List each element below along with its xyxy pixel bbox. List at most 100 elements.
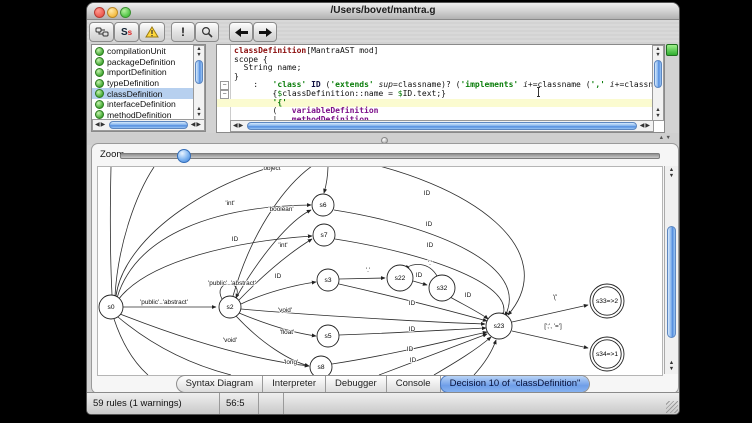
svg-text:s2: s2 <box>227 304 234 311</box>
graph-edge-label: 'public'..'abstract' <box>140 299 188 306</box>
zoom-slider-thumb[interactable] <box>177 149 191 163</box>
graph-edge-label: ID <box>409 326 416 333</box>
scroll-down-icon[interactable]: ▲▼ <box>665 361 678 372</box>
graph-edge-label: ID <box>410 357 417 364</box>
sidebar-item-interfaceDefinition[interactable]: interfaceDefinition <box>92 99 194 110</box>
scroll-right-icon[interactable]: ◀▶ <box>640 122 651 129</box>
scroll-down-icon[interactable]: ▲▼ <box>653 108 663 119</box>
zoom-slider[interactable] <box>120 153 660 159</box>
graph-edge <box>413 281 427 285</box>
editor-hscroll-thumb[interactable] <box>247 122 637 130</box>
resize-grip-icon[interactable] <box>666 401 678 413</box>
check-grammar-button[interactable]: ! <box>171 22 195 42</box>
tab-syntax-diagram[interactable]: Syntax Diagram <box>177 376 264 392</box>
rules-hscroll-thumb[interactable] <box>109 121 188 129</box>
status-message-cell <box>284 393 679 414</box>
rules-scroll-thumb[interactable] <box>195 60 203 84</box>
graph-state-s34[interactable]: s34=>1 <box>590 337 624 371</box>
sidebar-item-label: packageDefinition <box>107 57 175 67</box>
graph-edge-label: 'long' <box>284 359 299 366</box>
graph-state-s0[interactable]: s0 <box>99 295 123 319</box>
dfa-graph-view[interactable]: s0 s2 s6 s7 s3 s22 s32 s5 s8 s23 s33=>2 s34=>1 'publ… <box>97 166 663 376</box>
code-line[interactable]: {$classDefinition::name = $ID.text;} <box>234 90 652 99</box>
graph-edge <box>120 314 309 366</box>
svg-text:s3: s3 <box>325 277 332 284</box>
graph-state-s32[interactable]: s32 <box>429 275 455 301</box>
rules-vertical-scrollbar[interactable]: ▲▼ ▲▼ <box>193 45 205 120</box>
svg-text:s5: s5 <box>325 333 332 340</box>
editor-pane[interactable]: −− classDefinition[MantraAST mod]scope {… <box>216 44 665 133</box>
warnings-button[interactable] <box>139 22 165 42</box>
graph-edge <box>379 334 487 375</box>
back-button[interactable] <box>229 22 253 42</box>
graph-edge-label: 'boolean' <box>211 167 236 168</box>
scroll-up-icon[interactable]: ▲▼ <box>665 168 678 179</box>
tab-console[interactable]: Console <box>387 376 441 392</box>
graph-edge-label: [';', '='] <box>544 323 562 330</box>
graph-edge-label: 'void' <box>223 337 237 344</box>
graph-edge <box>334 210 509 316</box>
graph-edge <box>239 313 316 336</box>
title-bar[interactable]: /Users/bovet/mantra.g <box>87 3 679 20</box>
graph-edge <box>474 340 496 375</box>
code-line[interactable]: classDefinition[MantraAST mod] <box>234 47 652 56</box>
graph-edge-label: '.' <box>428 260 432 267</box>
graph-edge-label: ID <box>275 273 282 280</box>
rules-horizontal-scrollbar[interactable]: ◀▶ ◀▶ <box>92 119 205 131</box>
rule-icon <box>95 110 104 119</box>
graph-edge-label: 'void' <box>278 307 292 314</box>
code-line[interactable]: String name; <box>234 64 652 73</box>
find-button[interactable] <box>195 22 219 42</box>
graph-state-s33[interactable]: s33=>2 <box>590 284 624 318</box>
code-token: ID.text;} <box>403 89 446 98</box>
rules-pane: compilationUnitpackageDefinitionimportDe… <box>91 44 206 132</box>
rule-icon <box>95 47 104 56</box>
graph-state-s8[interactable]: s8 <box>310 356 332 375</box>
graph-state-s5[interactable]: s5 <box>317 325 339 347</box>
bottom-tabs-row: Syntax DiagramInterpreterDebuggerConsole… <box>87 374 679 394</box>
code-token: String name; <box>234 63 301 72</box>
graph-state-s6[interactable]: s6 <box>312 194 334 216</box>
forward-button[interactable] <box>253 22 277 42</box>
tab-decision-10-of-classdefinition[interactable]: Decision 10 of "classDefinition" <box>440 375 591 393</box>
sidebar-item-importDefinition[interactable]: importDefinition <box>92 67 194 78</box>
editor-vertical-scrollbar[interactable]: ▲▼ ▲▼ <box>652 45 664 121</box>
sidebar-item-compilationUnit[interactable]: compilationUnit <box>92 46 194 57</box>
tab-interpreter[interactable]: Interpreter <box>263 376 326 392</box>
graph-scroll-thumb[interactable] <box>667 226 676 338</box>
sidebar-item-label: interfaceDefinition <box>107 99 176 109</box>
code-token: [MantraAST mod] <box>306 46 378 55</box>
splitter-arrows-icon[interactable]: ▲ ▼ <box>659 135 671 141</box>
graph-vertical-scrollbar[interactable]: ▲▼ ▲▼ <box>664 166 678 374</box>
sidebar-item-typeDefinition[interactable]: typeDefinition <box>92 78 194 89</box>
scroll-left-icon[interactable]: ◀▶ <box>233 122 244 129</box>
graph-edge-label: ID <box>465 292 472 299</box>
window-title: /Users/bovet/mantra.g <box>87 5 679 16</box>
syntax-diagram-button[interactable] <box>89 22 114 42</box>
tokens-icon: S <box>121 27 128 38</box>
scroll-up-icon[interactable]: ▲▼ <box>194 47 204 58</box>
graph-state-s7[interactable]: s7 <box>313 224 335 246</box>
sidebar-item-classDefinition[interactable]: classDefinition <box>92 88 194 99</box>
scroll-right-icon[interactable]: ◀▶ <box>191 121 202 128</box>
graph-edge-label: ID <box>416 272 423 279</box>
svg-text:s32: s32 <box>437 285 448 292</box>
rules-list: compilationUnitpackageDefinitionimportDe… <box>92 46 194 120</box>
graph-state-s23[interactable]: s23 <box>486 313 512 339</box>
graph-edge <box>339 278 385 279</box>
scroll-left-icon[interactable]: ◀▶ <box>95 121 106 128</box>
graph-state-s22[interactable]: s22 <box>387 265 413 291</box>
svg-text:s7: s7 <box>321 232 328 239</box>
graph-state-s3[interactable]: s3 <box>317 269 339 291</box>
scroll-down-icon[interactable]: ▲▼ <box>194 107 204 118</box>
svg-text:s23: s23 <box>494 323 505 330</box>
fold-gutter: −− <box>217 45 231 121</box>
editor-horizontal-scrollbar[interactable]: ◀▶ ◀▶ <box>230 120 654 132</box>
code-token: classDefinition::name = <box>282 89 398 98</box>
graph-state-s2[interactable]: s2 <box>219 296 241 318</box>
editor-scroll-thumb[interactable] <box>654 60 662 88</box>
sidebar-item-packageDefinition[interactable]: packageDefinition <box>92 57 194 68</box>
find-tokens-button[interactable]: Ss <box>114 22 139 42</box>
tab-debugger[interactable]: Debugger <box>326 376 387 392</box>
scroll-up-icon[interactable]: ▲▼ <box>653 47 663 58</box>
